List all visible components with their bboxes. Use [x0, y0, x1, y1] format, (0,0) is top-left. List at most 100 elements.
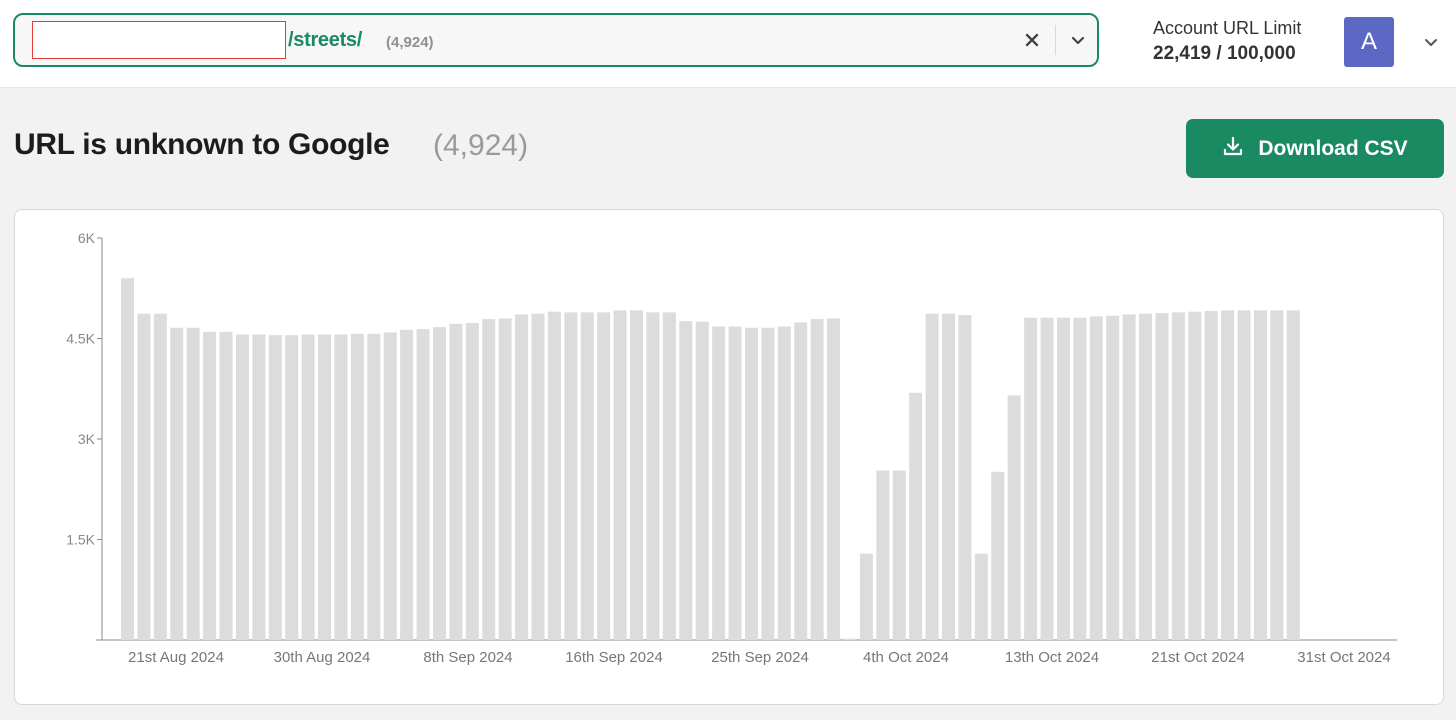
chart-bar [432, 327, 446, 640]
chart-bar [958, 315, 972, 640]
chart-bar [991, 471, 1005, 640]
chart-bar [942, 313, 955, 640]
chart-bar [498, 318, 512, 640]
chart-bar [777, 326, 791, 640]
account-menu-chevron-down-icon[interactable] [1417, 28, 1445, 56]
chart-bar [137, 313, 151, 640]
chart-bar [1073, 317, 1087, 640]
chart-bar [1040, 317, 1054, 640]
account-limit-label: Account URL Limit [1153, 18, 1302, 38]
chart-bar [1286, 310, 1300, 640]
chart-bar [1056, 317, 1070, 640]
chart-bar [268, 335, 282, 640]
chart-bar [482, 319, 496, 640]
chart-bar [531, 313, 545, 640]
page-count: (4,924) [433, 129, 529, 162]
x-tick-label: 4th Oct 2024 [863, 649, 949, 666]
chart-bar [1089, 316, 1103, 640]
page-title: URL is unknown to Google [14, 128, 390, 161]
chart-bar [1188, 311, 1202, 640]
chart-bar [876, 470, 890, 640]
chart-bar [974, 553, 988, 640]
chart-bar [712, 326, 726, 640]
x-tick-label: 25th Sep 2024 [711, 649, 809, 666]
chart-bar [1007, 395, 1021, 640]
chart-bar [761, 327, 775, 640]
chart-bar [1155, 313, 1169, 640]
chart-bar [794, 322, 808, 640]
chart-bar [186, 327, 200, 640]
chart-bar [827, 318, 841, 640]
chart-bar [1270, 310, 1284, 640]
chart-bar [1122, 314, 1136, 640]
chart-bar [679, 321, 693, 640]
x-tick-label: 8th Sep 2024 [423, 649, 512, 666]
x-tick-label: 31st Oct 2024 [1297, 649, 1390, 666]
y-tick-label: 1.5K [66, 532, 95, 548]
chart-bar [859, 553, 873, 640]
chart-bar [350, 333, 364, 640]
chart-bar [1106, 315, 1120, 640]
chart-bar [367, 333, 381, 640]
url-selector[interactable]: /streets/ (4,924) [13, 13, 1099, 67]
chart-bar [597, 312, 611, 640]
chart-bar [400, 329, 414, 640]
chart-bar [203, 331, 217, 640]
chart-bar [252, 334, 266, 640]
chevron-down-icon[interactable] [1065, 27, 1091, 53]
chart-bar [613, 310, 627, 640]
y-tick-label: 4.5K [66, 331, 95, 347]
chart-card: 1.5K 3K 4.5K 6K 21st Aug 2024 30th Aug 2024 8t… [14, 209, 1444, 705]
y-tick-label: 6K [78, 230, 96, 246]
x-tick-label: 13th Oct 2024 [1005, 649, 1099, 666]
chart-bar [810, 319, 824, 640]
chart-bar [219, 331, 233, 640]
chart-bar [1139, 313, 1153, 640]
top-bar: /streets/ (4,924) Account URL Limit 22,4… [0, 0, 1456, 88]
chart-bar [843, 638, 857, 640]
chart-bar [1253, 310, 1267, 640]
chart-bar [547, 311, 561, 640]
x-tick-label: 21st Oct 2024 [1151, 649, 1244, 666]
bar-chart: 1.5K 3K 4.5K 6K 21st Aug 2024 30th Aug 2024 8t… [66, 230, 1397, 666]
chart-bar [170, 327, 184, 640]
avatar[interactable]: A [1344, 17, 1394, 67]
chart-bar [925, 313, 939, 640]
chart-bar [1171, 312, 1185, 640]
chart-bar [728, 326, 742, 640]
chart-bar [695, 321, 709, 640]
download-icon [1222, 135, 1244, 163]
chart-bar [744, 327, 758, 640]
chart-bar [235, 334, 249, 640]
chart-bar [909, 392, 923, 640]
chart-bar [416, 329, 430, 640]
chart-bar [515, 314, 529, 640]
x-tick-label: 16th Sep 2024 [565, 649, 663, 666]
chart-bar [564, 312, 578, 640]
chart-bar [285, 335, 299, 640]
download-csv-button[interactable]: Download CSV [1186, 119, 1444, 178]
chart-bar [334, 334, 348, 640]
chart-bar [1221, 310, 1235, 640]
chart-bar [1237, 310, 1251, 640]
chart-bar [465, 323, 479, 640]
chart-bar [153, 313, 167, 640]
close-icon[interactable] [1019, 27, 1045, 53]
chart-bar [449, 323, 463, 640]
chart-bar [1204, 311, 1218, 640]
chart-bar [318, 334, 332, 640]
url-count: (4,924) [386, 34, 434, 51]
x-tick-label: 30th Aug 2024 [274, 649, 371, 666]
chart-bar [301, 334, 315, 640]
x-tick-label: 21st Aug 2024 [128, 649, 224, 666]
chart-bar [121, 278, 134, 640]
chart-bar [892, 470, 906, 640]
account-limit-value: 22,419 / 100,000 [1153, 43, 1296, 64]
y-tick-label: 3K [78, 431, 96, 447]
chart-bar [1024, 317, 1038, 640]
download-csv-label: Download CSV [1258, 136, 1408, 160]
divider [1055, 25, 1056, 55]
redacted-domain [32, 21, 286, 59]
url-path: /streets/ [288, 29, 363, 51]
chart-bar [383, 332, 397, 640]
